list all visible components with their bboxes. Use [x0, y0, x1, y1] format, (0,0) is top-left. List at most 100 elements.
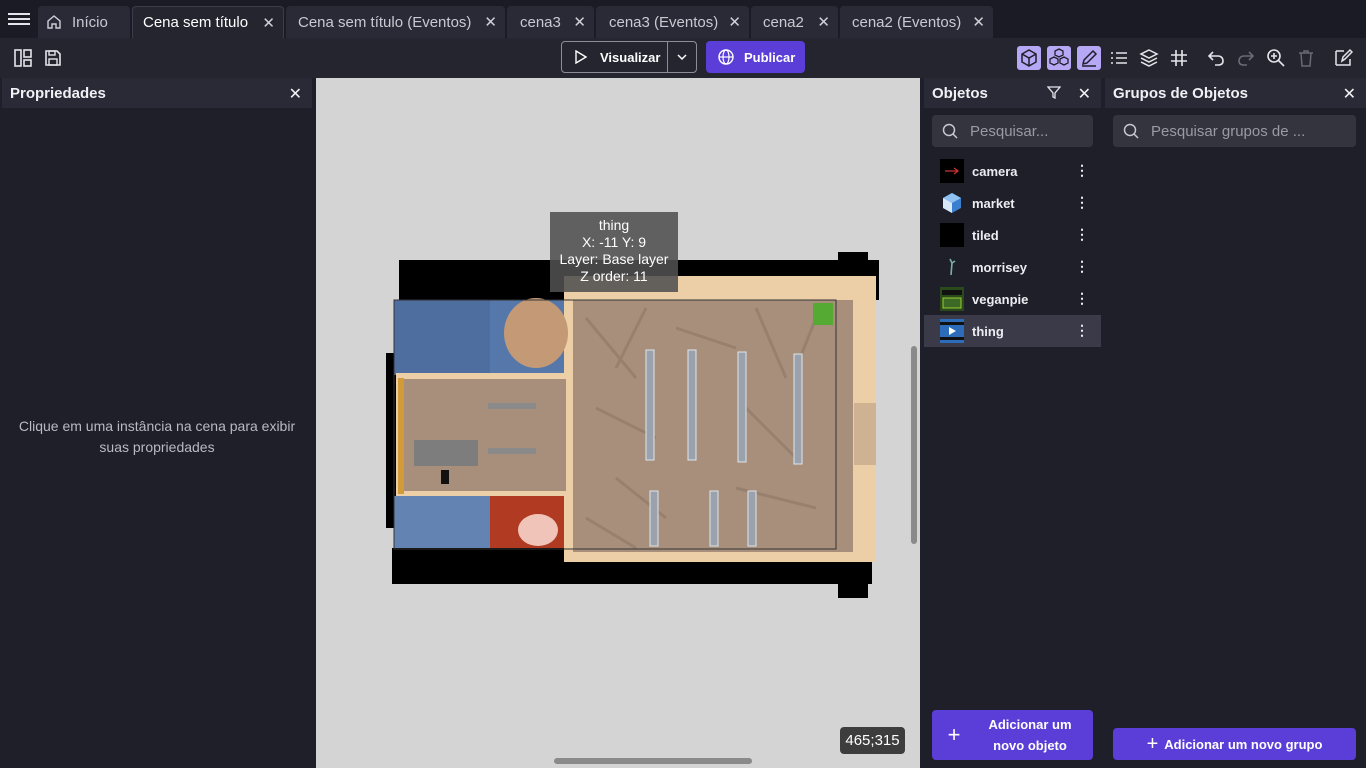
tab-cena2[interactable]: cena2 ✕: [751, 6, 838, 38]
preview-button[interactable]: Visualizar: [561, 41, 697, 73]
groups-search-input[interactable]: Pesquisar grupos de ...: [1113, 115, 1356, 147]
tab-label: cena3 (Eventos): [609, 13, 719, 31]
groups-title: Grupos de Objetos: [1113, 84, 1249, 102]
object-name: market: [972, 195, 1015, 211]
object-item-tiled[interactable]: tiled ⋮: [924, 219, 1101, 251]
video-thumbnail-icon: [940, 319, 964, 343]
undo-icon[interactable]: [1204, 46, 1228, 70]
cursor-coordinates: 465;315: [840, 727, 905, 754]
groups-header: Grupos de Objetos ✕: [1105, 78, 1366, 108]
hamburger-menu-icon[interactable]: [8, 10, 30, 28]
layers-icon[interactable]: [1137, 46, 1161, 70]
veganpie-thumbnail-icon: [940, 287, 964, 311]
add-group-label: Adicionar um novo grupo: [1164, 736, 1323, 752]
zoom-icon[interactable]: [1264, 46, 1288, 70]
close-icon[interactable]: ✕: [817, 13, 830, 31]
close-icon[interactable]: ✕: [972, 13, 985, 31]
preview-main[interactable]: Visualizar: [562, 42, 668, 72]
tab-cena3[interactable]: cena3 ✕: [507, 6, 594, 38]
tooltip-z-order: Z order: 11: [580, 268, 648, 284]
home-icon: [47, 15, 61, 29]
scene-properties-icon[interactable]: [1331, 46, 1355, 70]
search-icon: [942, 123, 958, 139]
object-name: thing: [972, 323, 1004, 339]
tiled-thumbnail-icon: [940, 223, 964, 247]
close-icon[interactable]: ✕: [289, 84, 302, 104]
plus-icon: +: [947, 722, 961, 747]
properties-empty-message: Clique em uma instância na cena para exi…: [18, 418, 296, 455]
instances-list-icon[interactable]: [1107, 46, 1131, 70]
close-icon[interactable]: ✕: [728, 13, 741, 31]
properties-title: Propriedades: [10, 84, 106, 102]
delete-icon[interactable]: [1294, 46, 1318, 70]
chevron-down-icon: [677, 54, 687, 61]
close-icon[interactable]: ✕: [484, 13, 497, 31]
character-thumbnail-icon: [940, 255, 964, 279]
tab-home[interactable]: Início: [38, 6, 130, 38]
object-item-morrisey[interactable]: morrisey ⋮: [924, 251, 1101, 283]
vertical-scrollbar[interactable]: [911, 346, 917, 544]
add-object-button[interactable]: + Adicionar um novo objeto: [932, 710, 1093, 760]
edit-pencil-icon[interactable]: [1077, 46, 1101, 70]
scene-render: [386, 252, 879, 598]
more-options-icon[interactable]: ⋮: [1075, 290, 1089, 307]
objects-title: Objetos: [932, 84, 988, 102]
tab-bar: Início Cena sem título ✕ Cena sem título…: [0, 0, 1366, 38]
scene-canvas[interactable]: [316, 78, 920, 768]
cube-thumbnail-icon: [943, 193, 961, 213]
redo-icon[interactable]: [1234, 46, 1258, 70]
tooltip-object-name: thing: [598, 217, 630, 233]
more-options-icon[interactable]: ⋮: [1075, 162, 1089, 179]
objects-header: Objetos ✕: [924, 78, 1101, 108]
preview-dropdown[interactable]: [668, 51, 696, 63]
add-object-label: Adicionar um novo objeto: [988, 717, 1072, 753]
properties-panel: Propriedades ✕ Clique em uma instância n…: [2, 78, 312, 768]
horizontal-scrollbar[interactable]: [554, 758, 752, 764]
search-placeholder: Pesquisar...: [970, 122, 1049, 140]
tab-label: cena2: [763, 13, 804, 31]
tab-label: cena2 (Eventos): [852, 13, 962, 31]
object-item-market[interactable]: market ⋮: [924, 187, 1101, 219]
tab-cena2-events[interactable]: cena2 (Eventos) ✕: [840, 6, 993, 38]
object-name: tiled: [972, 227, 999, 243]
filter-icon[interactable]: [1046, 85, 1062, 103]
object-groups-icon[interactable]: [1047, 46, 1071, 70]
tab-cena3-events[interactable]: cena3 (Eventos) ✕: [596, 6, 749, 38]
tab-label: Início: [72, 13, 108, 31]
object-item-veganpie[interactable]: veganpie ⋮: [924, 283, 1101, 315]
publish-label: Publicar: [744, 49, 796, 65]
more-options-icon[interactable]: ⋮: [1075, 258, 1089, 275]
close-icon[interactable]: ✕: [573, 13, 586, 31]
more-options-icon[interactable]: ⋮: [1075, 322, 1089, 339]
tab-label: cena3: [520, 13, 561, 31]
globe-icon: [718, 49, 734, 65]
preview-label: Visualizar: [600, 49, 661, 65]
plus-icon: +: [1146, 732, 1159, 755]
object-item-thing[interactable]: thing ⋮: [924, 315, 1101, 347]
add-group-button[interactable]: + Adicionar um novo grupo: [1113, 728, 1356, 760]
close-icon[interactable]: ✕: [262, 14, 275, 32]
close-icon[interactable]: ✕: [1343, 84, 1356, 104]
panels-icon[interactable]: [11, 46, 35, 70]
close-icon[interactable]: ✕: [1078, 84, 1091, 104]
tab-label: Cena sem título (Eventos): [298, 13, 472, 31]
tab-label: Cena sem título: [143, 14, 249, 31]
instance-tooltip: thing X: -11 Y: 9 Layer: Base layer Z or…: [550, 212, 678, 292]
more-options-icon[interactable]: ⋮: [1075, 226, 1089, 243]
tab-scene-untitled[interactable]: Cena sem título ✕: [132, 6, 284, 38]
grid-icon[interactable]: [1167, 46, 1191, 70]
tab-scene-untitled-events[interactable]: Cena sem título (Eventos) ✕: [286, 6, 505, 38]
objects-panel: Objetos ✕ Pesquisar... camera ⋮ market ⋮…: [924, 78, 1101, 768]
publish-button[interactable]: Publicar: [706, 41, 805, 73]
play-icon: [575, 50, 588, 64]
object-name: camera: [972, 163, 1018, 179]
object-name: morrisey: [972, 259, 1027, 275]
camera-thumbnail-icon: [940, 159, 964, 183]
objects-3d-icon[interactable]: [1017, 46, 1041, 70]
objects-search-input[interactable]: Pesquisar...: [932, 115, 1093, 147]
save-icon[interactable]: [41, 46, 65, 70]
object-groups-panel: Grupos de Objetos ✕ Pesquisar grupos de …: [1105, 78, 1366, 768]
tooltip-layer: Layer: Base layer: [559, 251, 669, 267]
more-options-icon[interactable]: ⋮: [1075, 194, 1089, 211]
object-item-camera[interactable]: camera ⋮: [924, 155, 1101, 187]
